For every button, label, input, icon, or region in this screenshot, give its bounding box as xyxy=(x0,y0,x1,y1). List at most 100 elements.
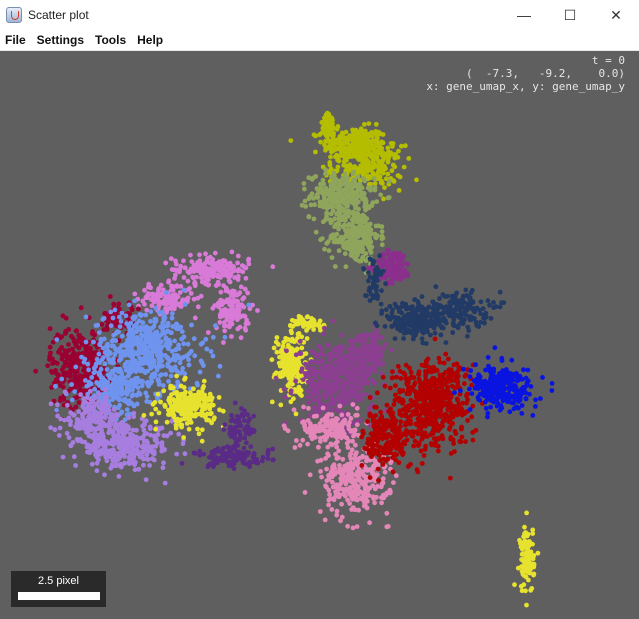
scatter-point xyxy=(132,298,138,304)
scatter-point xyxy=(179,422,185,428)
scatter-point xyxy=(86,367,91,373)
scatter-point xyxy=(119,310,125,316)
scatter-point xyxy=(117,314,122,320)
scatter-point xyxy=(234,419,239,424)
scatter-point xyxy=(357,355,362,361)
scatter-point xyxy=(55,402,60,408)
scatter-point xyxy=(373,121,379,127)
scatter-point xyxy=(354,405,360,411)
scatter-point xyxy=(76,345,82,351)
scatter-point xyxy=(77,437,83,442)
scatter-point xyxy=(235,260,241,266)
scatter-point xyxy=(91,404,97,409)
menu-tools[interactable]: Tools xyxy=(90,30,132,50)
scatter-point xyxy=(353,214,359,220)
scatter-point xyxy=(296,313,302,319)
scatter-point xyxy=(94,380,99,385)
scatter-point xyxy=(308,202,314,208)
scatter-point xyxy=(179,336,185,342)
scatter-point xyxy=(359,249,365,255)
scatter-point xyxy=(311,317,317,323)
scatter-point xyxy=(336,213,342,219)
scatter-point xyxy=(350,229,356,235)
scatter-point xyxy=(355,199,361,205)
scatter-point xyxy=(186,426,192,432)
scatter-point xyxy=(188,252,193,258)
scatter-point xyxy=(124,386,130,392)
scatter-point xyxy=(322,391,327,396)
scatter-point xyxy=(131,442,137,448)
scatter-point xyxy=(371,176,377,181)
minimize-button[interactable]: — xyxy=(501,0,547,30)
scatter-point xyxy=(293,378,299,384)
menu-settings[interactable]: Settings xyxy=(32,30,90,50)
scatter-point xyxy=(218,289,224,295)
scatter-point xyxy=(177,401,182,407)
scatter-point xyxy=(235,277,241,282)
scatter-point xyxy=(224,317,230,323)
menu-help[interactable]: Help xyxy=(132,30,169,50)
scatter-point xyxy=(356,188,362,194)
scatter-point xyxy=(339,412,345,418)
scatter-point xyxy=(371,160,376,166)
scatter-point xyxy=(358,126,364,132)
scatter-point xyxy=(364,458,369,464)
maximize-button[interactable]: ☐ xyxy=(547,0,593,30)
scatter-plot-canvas[interactable]: t = 0( -7.3, -9.2, 0.0) x: gene_umap_x, y… xyxy=(0,51,639,619)
scatter-point xyxy=(405,273,411,279)
scatter-point xyxy=(66,342,71,347)
scatter-point xyxy=(152,316,158,322)
scatter-point xyxy=(132,467,138,473)
scatter-point xyxy=(329,418,335,423)
scatter-point xyxy=(194,392,200,398)
scatter-point xyxy=(59,376,65,382)
scatter-point xyxy=(323,420,329,426)
scatter-point xyxy=(518,544,524,550)
scatter-point xyxy=(342,148,348,154)
scatter-point xyxy=(88,388,93,394)
scatter-point xyxy=(79,412,85,417)
scatter-point xyxy=(216,267,222,272)
scatter-point xyxy=(89,375,95,380)
scatter-point xyxy=(148,309,154,314)
scatter-point xyxy=(185,410,190,416)
scatter-point xyxy=(135,443,141,448)
scatter-point xyxy=(171,304,177,310)
scatter-point xyxy=(395,154,401,160)
scatter-point xyxy=(341,396,347,402)
scatter-point xyxy=(230,293,236,299)
scatter-point xyxy=(82,422,88,428)
scatter-point xyxy=(196,400,202,406)
scatter-point xyxy=(309,393,315,399)
scatter-point xyxy=(189,322,194,328)
scatter-point xyxy=(244,450,250,455)
scatter-point xyxy=(355,380,361,385)
scatter-point xyxy=(122,450,127,456)
scatter-point xyxy=(370,138,375,144)
scatter-point xyxy=(351,462,357,467)
scatter-point xyxy=(197,369,203,375)
scatter-point xyxy=(325,342,331,348)
scatter-point xyxy=(379,242,385,248)
scatter-point xyxy=(528,587,534,593)
scatter-plot-svg[interactable] xyxy=(0,51,639,619)
scatter-point xyxy=(241,418,247,423)
scatter-point xyxy=(215,272,221,278)
close-button[interactable]: ✕ xyxy=(593,0,639,30)
scatter-point xyxy=(385,195,391,201)
scatter-point xyxy=(247,431,253,437)
scatter-point xyxy=(113,348,119,353)
scatter-point xyxy=(96,351,102,357)
scatter-point xyxy=(294,438,299,443)
menu-file[interactable]: File xyxy=(0,30,32,50)
scatter-point xyxy=(330,318,336,324)
scatter-point xyxy=(115,437,121,443)
scatter-point xyxy=(348,342,354,347)
scatter-point xyxy=(221,272,227,278)
scatter-point xyxy=(178,263,184,269)
scatter-point xyxy=(379,335,385,340)
scatter-point xyxy=(78,392,83,397)
scatter-point xyxy=(221,323,227,329)
scatter-point xyxy=(366,493,372,498)
scatter-point xyxy=(380,180,385,186)
